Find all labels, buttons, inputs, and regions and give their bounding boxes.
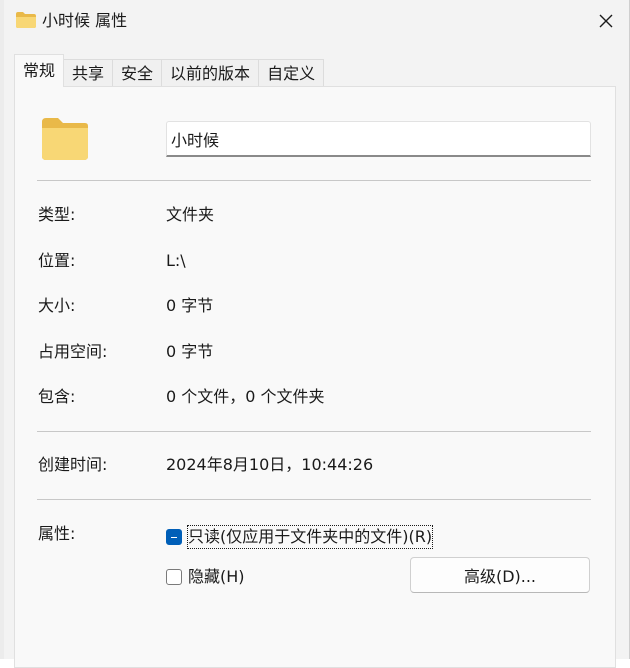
title-bar[interactable]: 小时候 属性 [4,0,629,42]
divider [37,431,591,432]
hidden-label[interactable]: 隐藏(H) [188,566,245,588]
contains-label: 包含: [38,387,76,406]
window-title: 小时候 属性 [42,11,128,30]
folder-name-input[interactable] [166,121,591,157]
divider [37,499,591,500]
folder-icon [16,12,36,28]
type-label: 类型: [38,205,76,224]
general-tab-panel: 类型: 文件夹 位置: L:\ 大小: 0 字节 占用空间: 0 字节 包含: … [14,86,616,668]
attributes-label: 属性: [38,524,76,543]
tab-previous-versions[interactable]: 以前的版本 [161,59,260,87]
properties-dialog: 小时候 属性 常规 共享 安全 以前的版本 自定义 类型: 文件夹 位置: L:… [4,0,630,668]
hidden-checkbox-row[interactable]: 隐藏(H) [166,566,245,588]
tab-customize[interactable]: 自定义 [258,59,325,87]
advanced-button[interactable]: 高级(D)... [410,557,590,593]
size-on-disk-value: 0 字节 [166,342,214,361]
size-on-disk-label: 占用空间: [38,342,108,361]
folder-icon [42,118,88,160]
type-value: 文件夹 [166,205,215,224]
created-value: 2024年8月10日，10:44:26 [166,455,374,474]
tab-bar: 常规 共享 安全 以前的版本 自定义 [14,54,325,87]
created-label: 创建时间: [38,455,108,474]
readonly-checkbox-row[interactable]: 只读(仅应用于文件夹中的文件)(R) [166,525,434,549]
hidden-checkbox[interactable] [166,569,182,585]
location-label: 位置: [38,251,76,270]
tab-sharing[interactable]: 共享 [63,59,114,87]
readonly-label[interactable]: 只读(仅应用于文件夹中的文件)(R) [186,525,434,549]
divider [37,180,591,181]
location-value: L:\ [166,251,186,270]
tab-general[interactable]: 常规 [14,54,65,87]
tab-security[interactable]: 安全 [112,59,163,87]
readonly-checkbox[interactable] [166,529,182,545]
contains-value: 0 个文件，0 个文件夹 [166,387,325,406]
close-icon [599,14,613,28]
close-button[interactable] [583,0,629,42]
size-label: 大小: [38,296,76,315]
size-value: 0 字节 [166,296,214,315]
